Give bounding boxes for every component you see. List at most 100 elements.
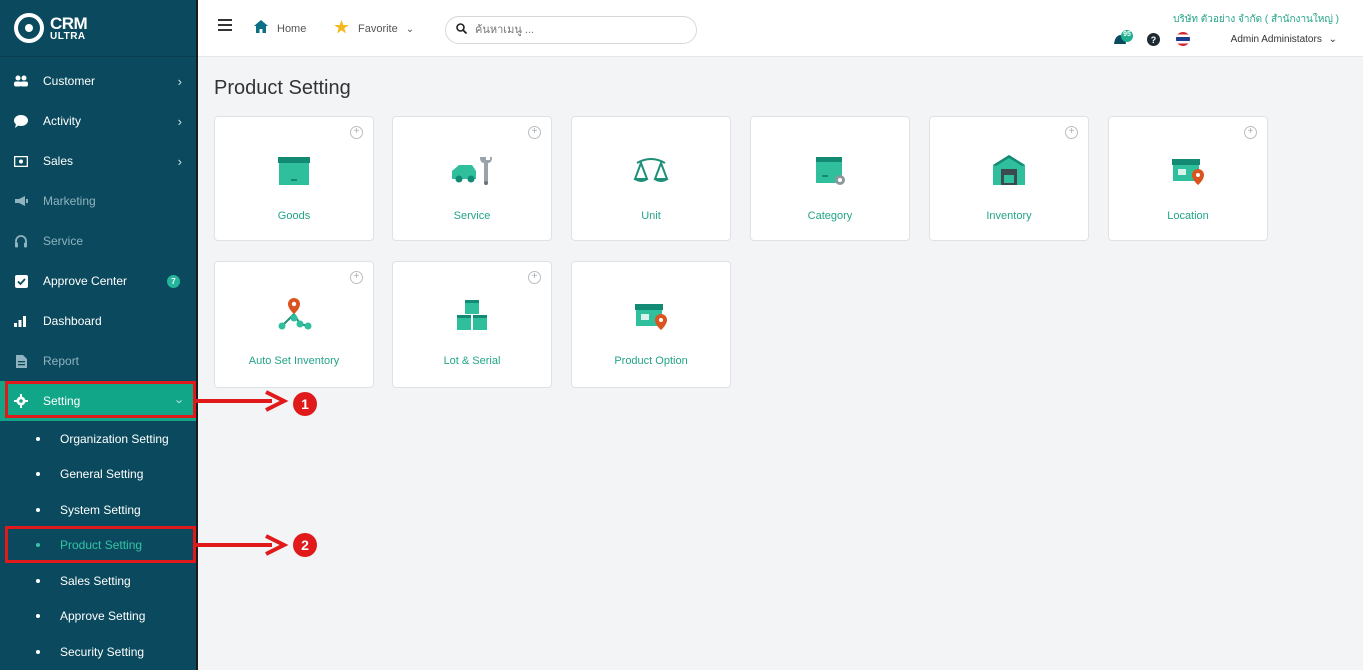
thai-flag-icon[interactable] <box>1175 32 1191 51</box>
home-icon <box>254 20 268 37</box>
megaphone-icon <box>14 194 28 208</box>
chevron-right-icon: › <box>177 113 182 129</box>
store-pin-icon <box>1170 153 1206 187</box>
users-icon <box>14 74 28 88</box>
chevron-right-icon: › <box>177 73 182 89</box>
annotation-step-1: 1 <box>293 392 317 416</box>
annotation-step-2: 2 <box>293 533 317 557</box>
annotation-arrow-1 <box>194 390 289 412</box>
card-auto-set-inventory[interactable]: + Auto Set Inventory <box>214 261 374 388</box>
sub-item-label: System Setting <box>60 502 141 517</box>
card-label: Auto Set Inventory <box>248 355 340 367</box>
card-label: Unit <box>641 210 661 222</box>
sidebar-item-label: Customer <box>43 74 96 88</box>
sub-item-label: Approve Setting <box>60 609 146 624</box>
money-icon <box>14 154 28 168</box>
sub-item-organization-setting[interactable]: Organization Setting <box>0 421 196 457</box>
sidebar-item-service[interactable]: Service <box>0 221 196 261</box>
sidebar-item-label: Activity <box>43 114 82 128</box>
sidebar-item-report[interactable]: Report <box>0 341 196 381</box>
sub-item-sales-setting[interactable]: Sales Setting <box>0 563 196 599</box>
sidebar-item-customer[interactable]: Customer › <box>0 61 196 101</box>
sidebar-item-label: Sales <box>43 154 74 168</box>
card-service[interactable]: + Service <box>392 116 552 241</box>
search-icon <box>456 21 468 39</box>
add-icon[interactable]: + <box>1244 126 1257 139</box>
add-icon[interactable]: + <box>528 126 541 139</box>
search-box[interactable] <box>445 16 697 44</box>
file-icon <box>14 354 28 368</box>
sub-item-label: Security Setting <box>60 644 145 659</box>
sidebar-item-label: Marketing <box>43 194 96 208</box>
notification-bell[interactable]: 95 <box>1113 30 1135 51</box>
sidebar-item-approve-center[interactable]: Approve Center 7 <box>0 261 196 301</box>
sidebar-item-label: Report <box>43 354 80 368</box>
sidebar-item-marketing[interactable]: Marketing <box>0 181 196 221</box>
user-name: Admin Administators <box>1230 34 1322 45</box>
store-pin-icon <box>633 298 669 332</box>
logo-text-crm: CRM <box>50 13 88 33</box>
chat-icon <box>14 114 28 128</box>
notification-count: 95 <box>1123 31 1131 38</box>
scale-icon <box>633 153 669 187</box>
card-unit[interactable]: Unit <box>571 116 731 241</box>
add-icon[interactable]: + <box>528 271 541 284</box>
headset-icon <box>14 234 28 248</box>
add-icon[interactable]: + <box>350 271 363 284</box>
sidebar-item-label: Approve Center <box>43 274 128 288</box>
logo[interactable]: CRM ULTRA <box>0 0 196 57</box>
add-icon[interactable]: + <box>350 126 363 139</box>
check-square-icon <box>14 274 28 288</box>
sidebar: CRM ULTRA Customer › Activity › Sales › … <box>0 0 198 670</box>
search-input[interactable] <box>473 23 677 37</box>
sub-item-general-setting[interactable]: General Setting <box>0 457 196 493</box>
card-location[interactable]: + Location <box>1108 116 1268 241</box>
favorite-label: Favorite <box>358 23 398 35</box>
card-product-option[interactable]: Product Option <box>571 261 731 388</box>
logo-text-ultra: ULTRA <box>50 30 86 42</box>
bar-chart-icon <box>14 314 28 328</box>
sub-item-label: General Setting <box>60 467 144 482</box>
warehouse-icon <box>991 153 1027 187</box>
sub-item-system-setting[interactable]: System Setting <box>0 492 196 528</box>
sub-item-label: Organization Setting <box>60 431 169 446</box>
card-label: Goods <box>277 210 311 222</box>
card-label: Location <box>1167 210 1209 222</box>
menu-icon[interactable] <box>218 19 232 31</box>
favorite-dropdown[interactable]: Favorite ⌄ <box>334 20 414 38</box>
sidebar-item-activity[interactable]: Activity › <box>0 101 196 141</box>
chevron-down-icon: ⌄ <box>1328 34 1337 45</box>
company-name[interactable]: บริษัท ตัวอย่าง จำกัด ( สำนักงานใหญ่ ) <box>1173 12 1339 27</box>
card-lot-serial[interactable]: + Lot & Serial <box>392 261 552 388</box>
home-link[interactable]: Home <box>254 20 306 37</box>
sidebar-item-dashboard[interactable]: Dashboard <box>0 301 196 341</box>
box-icon <box>276 153 312 187</box>
sub-item-label: Sales Setting <box>60 573 131 588</box>
card-goods[interactable]: + Goods <box>214 116 374 241</box>
sub-item-approve-setting[interactable]: Approve Setting <box>0 599 196 635</box>
sidebar-item-label: Service <box>43 234 84 248</box>
annotation-arrow-2 <box>194 534 289 556</box>
car-wrench-icon <box>450 153 494 187</box>
home-label: Home <box>277 22 307 35</box>
annotation-box-setting <box>5 381 196 418</box>
card-label: Service <box>453 210 491 222</box>
help-icon[interactable]: ? <box>1147 33 1160 51</box>
annotation-box-product-setting <box>5 526 196 563</box>
sidebar-item-sales[interactable]: Sales › <box>0 141 196 181</box>
user-menu[interactable]: Admin Administators ⌄ <box>1231 34 1337 45</box>
card-label: Category <box>807 210 853 222</box>
add-icon[interactable]: + <box>1065 126 1078 139</box>
card-category[interactable]: Category <box>750 116 910 241</box>
sub-item-security-setting[interactable]: Security Setting <box>0 634 196 670</box>
network-pin-icon <box>276 298 312 332</box>
star-icon <box>334 20 349 38</box>
card-label: Lot & Serial <box>443 355 501 367</box>
card-label: Product Option <box>614 355 688 367</box>
approve-count-badge: 7 <box>167 274 180 288</box>
svg-text:?: ? <box>1151 35 1157 45</box>
card-label: Inventory <box>986 210 1032 222</box>
box-gear-icon <box>812 153 848 187</box>
card-inventory[interactable]: + Inventory <box>929 116 1089 241</box>
stacked-boxes-icon <box>454 298 490 332</box>
